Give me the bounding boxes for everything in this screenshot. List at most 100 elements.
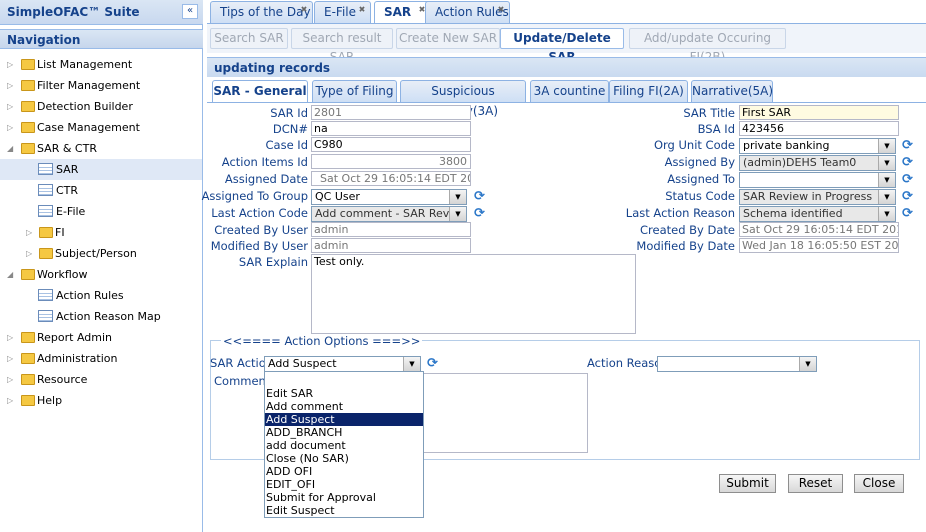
dropdown-arrow-icon[interactable]: ▼ <box>799 357 816 371</box>
nav-item-detection-builder[interactable]: ▷ Detection Builder <box>0 96 202 117</box>
refresh-icon[interactable]: ⟳ <box>900 189 915 204</box>
expand-arrow-icon[interactable]: ▷ <box>7 96 17 117</box>
nav-item-help[interactable]: ▷ Help <box>0 390 202 411</box>
assigned-group-combo[interactable]: QC User ▼ <box>311 189 467 205</box>
close-tab-icon[interactable]: ✖ <box>357 5 367 15</box>
form-tab-3a-countine[interactable]: 3A countine <box>530 80 609 102</box>
sar-explain-textarea[interactable]: Test only. <box>311 254 636 334</box>
tab-action-rules[interactable]: Action Rules ✖ <box>425 1 510 23</box>
last-action-code-combo[interactable]: Add comment - SAR Review ▼ <box>311 206 467 222</box>
org-unit-code-combo[interactable]: private banking ▼ <box>739 138 896 154</box>
action-items-id-field[interactable]: 3800 <box>311 154 471 169</box>
created-by-user-field[interactable]: admin <box>311 222 471 237</box>
expanded-arrow-icon[interactable]: ◢ <box>7 264 17 285</box>
nav-item-action-reason-map[interactable]: Action Reason Map <box>0 306 202 327</box>
double-chevron-left-icon[interactable]: « <box>182 4 198 19</box>
dropdown-option[interactable]: EDIT_OFI <box>265 478 423 491</box>
dropdown-arrow-icon[interactable]: ▼ <box>403 357 420 371</box>
expand-arrow-icon[interactable]: ▷ <box>7 327 17 348</box>
dropdown-option[interactable] <box>265 374 423 387</box>
expand-arrow-icon[interactable]: ▷ <box>7 75 17 96</box>
subtab-create-new-sar[interactable]: Create New SAR <box>396 28 500 49</box>
dropdown-option[interactable]: Edit Suspect <box>265 504 423 517</box>
dropdown-option[interactable]: Add Suspect <box>265 413 423 426</box>
assigned-to-combo[interactable]: ▼ <box>739 172 896 188</box>
nav-item-action-rules[interactable]: Action Rules <box>0 285 202 306</box>
case-id-field[interactable]: C980 <box>311 137 471 152</box>
tab-sar[interactable]: SAR ✖ <box>374 1 431 24</box>
sar-action-combo[interactable]: Add Suspect ▼ <box>264 356 421 372</box>
form-tab-narrative-5a[interactable]: Narrative(5A) <box>691 80 773 102</box>
sar-id-field[interactable]: 2801 <box>311 105 471 120</box>
bsa-id-field[interactable]: 423456 <box>739 121 899 136</box>
nav-item-filter-management[interactable]: ▷ Filter Management <box>0 75 202 96</box>
sar-title-field[interactable]: First SAR <box>739 105 899 120</box>
nav-item-resource[interactable]: ▷ Resource <box>0 369 202 390</box>
dropdown-arrow-icon[interactable]: ▼ <box>878 190 895 204</box>
dropdown-arrow-icon[interactable]: ▼ <box>878 207 895 221</box>
modified-by-user-field[interactable]: admin <box>311 238 471 253</box>
modified-by-date-field[interactable]: Wed Jan 18 16:05:50 EST 2012 <box>739 238 899 253</box>
dropdown-arrow-icon[interactable]: ▼ <box>878 139 895 153</box>
nav-item-sar[interactable]: SAR <box>0 159 202 180</box>
close-tab-icon[interactable]: ✖ <box>299 5 309 15</box>
refresh-icon[interactable]: ⟳ <box>900 172 915 187</box>
nav-item-workflow[interactable]: ◢ Workflow <box>0 264 202 285</box>
nav-item-e-file[interactable]: E-File <box>0 201 202 222</box>
submit-button[interactable]: Submit <box>719 474 776 493</box>
created-by-date-field[interactable]: Sat Oct 29 16:05:14 EDT 2011 <box>739 222 899 237</box>
dropdown-arrow-icon[interactable]: ▼ <box>878 173 895 187</box>
close-tab-icon[interactable]: ✖ <box>496 5 506 15</box>
nav-item-list-management[interactable]: ▷ List Management <box>0 54 202 75</box>
nav-item-case-management[interactable]: ▷ Case Management <box>0 117 202 138</box>
subtab-search-result-sar[interactable]: Search result SAR <box>291 28 393 64</box>
dropdown-option[interactable]: Edit SAR <box>265 387 423 400</box>
refresh-icon[interactable]: ⟳ <box>900 206 915 221</box>
tab-e-file[interactable]: E-File ✖ <box>314 1 371 23</box>
form-tab-sar-general[interactable]: SAR - General <box>212 80 308 103</box>
refresh-icon[interactable]: ⟳ <box>900 155 915 170</box>
nav-item-sar-ctr[interactable]: ◢ SAR & CTR <box>0 138 202 159</box>
dcn-field[interactable]: na <box>311 121 471 136</box>
dropdown-arrow-icon[interactable]: ▼ <box>449 190 466 204</box>
assigned-date-field[interactable]: Sat Oct 29 16:05:14 EDT 2011 <box>311 171 471 186</box>
expand-arrow-icon[interactable]: ▷ <box>7 348 17 369</box>
expand-arrow-icon[interactable]: ▷ <box>7 390 17 411</box>
form-tab-filing-fi-2a[interactable]: Filing FI(2A) <box>609 80 688 102</box>
dropdown-option[interactable]: add document <box>265 439 423 452</box>
status-code-combo[interactable]: SAR Review in Progress ▼ <box>739 189 896 205</box>
nav-item-ctr[interactable]: CTR <box>0 180 202 201</box>
assigned-by-combo[interactable]: (admin)DEHS Team0 ▼ <box>739 155 896 171</box>
nav-item-administration[interactable]: ▷ Administration <box>0 348 202 369</box>
subtab-add-update-occuring-fi-2b[interactable]: Add/update Occuring FI(2B) <box>629 28 786 64</box>
dropdown-option[interactable]: Submit for Approval <box>265 491 423 504</box>
expand-arrow-icon[interactable]: ▷ <box>7 369 17 390</box>
tab-tips-of-the-day[interactable]: Tips of the Day ✖ <box>210 1 313 23</box>
expand-arrow-icon[interactable]: ▷ <box>26 243 36 264</box>
expand-arrow-icon[interactable]: ▷ <box>7 54 17 75</box>
close-button[interactable]: Close <box>854 474 904 493</box>
form-tab-type-of-filing[interactable]: Type of Filing <box>312 80 397 102</box>
dropdown-option[interactable]: ADD_BRANCH <box>265 426 423 439</box>
action-reason-combo[interactable]: ▼ <box>657 356 817 372</box>
reset-button[interactable]: Reset <box>788 474 843 493</box>
dropdown-option[interactable]: ADD OFI <box>265 465 423 478</box>
expand-arrow-icon[interactable]: ▷ <box>26 222 36 243</box>
dropdown-option[interactable]: Add comment <box>265 400 423 413</box>
expand-arrow-icon[interactable]: ▷ <box>7 117 17 138</box>
subtab-search-sar[interactable]: Search SAR <box>210 28 288 49</box>
form-tab-suspicious-activity-3a[interactable]: Suspicious Activity(3A) <box>400 80 526 118</box>
last-action-reason-combo[interactable]: Schema identified ▼ <box>739 206 896 222</box>
refresh-icon[interactable]: ⟳ <box>900 138 915 153</box>
refresh-icon[interactable]: ⟳ <box>472 189 487 204</box>
refresh-icon[interactable]: ⟳ <box>472 206 487 221</box>
subtab-update-delete-sar[interactable]: Update/Delete SAR <box>500 28 624 64</box>
nav-item-subject-person[interactable]: ▷ Subject/Person <box>0 243 202 264</box>
expanded-arrow-icon[interactable]: ◢ <box>7 138 17 159</box>
nav-item-report-admin[interactable]: ▷ Report Admin <box>0 327 202 348</box>
nav-item-fi[interactable]: ▷ FI <box>0 222 202 243</box>
refresh-icon[interactable]: ⟳ <box>425 356 440 371</box>
dropdown-arrow-icon[interactable]: ▼ <box>449 207 466 221</box>
dropdown-option[interactable]: Close (No SAR) <box>265 452 423 465</box>
dropdown-arrow-icon[interactable]: ▼ <box>878 156 895 170</box>
